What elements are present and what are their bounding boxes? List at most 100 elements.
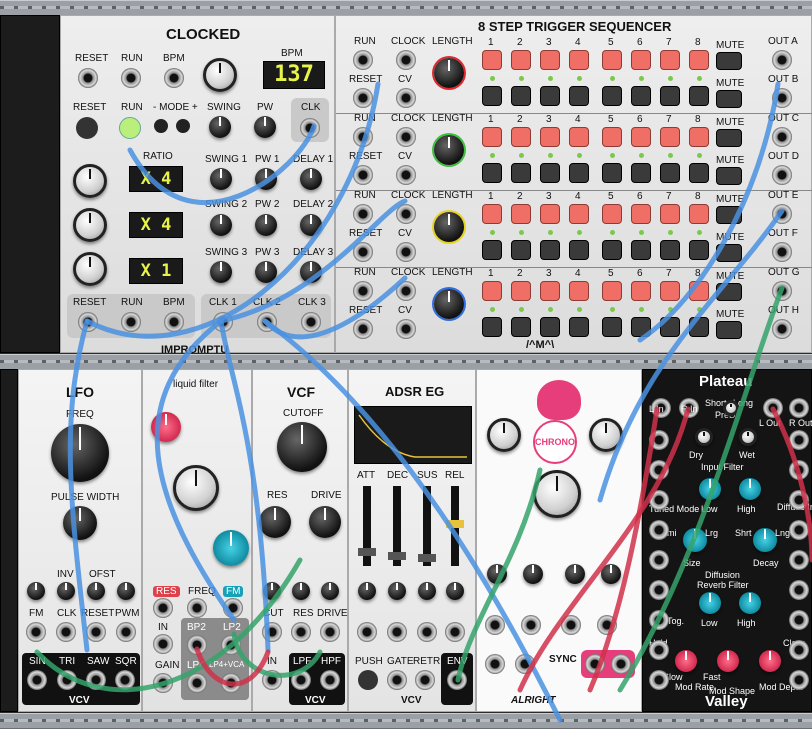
plateau-mod-rate-knob[interactable] <box>675 650 697 672</box>
seq-length-knob[interactable] <box>434 58 464 88</box>
vcf-res-jack[interactable] <box>291 622 311 642</box>
step-mute-button[interactable] <box>540 163 560 183</box>
chrono-in-l-jack[interactable] <box>485 654 505 674</box>
plateau-cv-jack[interactable] <box>789 430 809 450</box>
plateau-cv-jack[interactable] <box>649 460 669 480</box>
seq-out-jack[interactable] <box>772 88 792 108</box>
dec-cv-jack[interactable] <box>387 622 407 642</box>
liquid-lp2-jack[interactable] <box>221 635 241 655</box>
plateau-cv-jack[interactable] <box>789 460 809 480</box>
liquid-freq-jack[interactable] <box>187 598 207 618</box>
retr-jack[interactable] <box>415 670 435 690</box>
plateau-cv-jack[interactable] <box>649 670 669 690</box>
swing3-knob[interactable] <box>210 261 232 283</box>
seq-reset-jack[interactable] <box>353 165 373 185</box>
seq-run-jack[interactable] <box>353 127 373 147</box>
step-mute-button[interactable] <box>569 86 589 106</box>
lfo-pwm-jack[interactable] <box>116 622 136 642</box>
att-slider[interactable] <box>358 486 376 566</box>
step-mute-button[interactable] <box>511 240 531 260</box>
swing2-knob[interactable] <box>210 214 232 236</box>
step-trigger-button[interactable] <box>689 204 709 224</box>
seq-clock-jack[interactable] <box>396 204 416 224</box>
seq-cv-jack[interactable] <box>396 242 416 262</box>
ratio-knob-2[interactable] <box>73 208 107 242</box>
plateau-cv-jack[interactable] <box>649 640 669 660</box>
mode-button-plus[interactable] <box>176 119 190 133</box>
pw2-knob[interactable] <box>255 214 277 236</box>
bpm-input-jack[interactable] <box>164 68 184 88</box>
seq-run-jack[interactable] <box>353 281 373 301</box>
step-trigger-button[interactable] <box>540 281 560 301</box>
plateau-cv-jack[interactable] <box>649 580 669 600</box>
pw-knob[interactable] <box>254 116 276 138</box>
step-trigger-button[interactable] <box>569 127 589 147</box>
step-trigger-button[interactable] <box>689 127 709 147</box>
step-trigger-button[interactable] <box>482 281 502 301</box>
liquid-res-knob[interactable] <box>151 412 181 442</box>
step-mute-button[interactable] <box>569 317 589 337</box>
dec-slider[interactable] <box>388 486 406 566</box>
step-mute-button[interactable] <box>569 240 589 260</box>
pw3-knob[interactable] <box>255 261 277 283</box>
plateau-cv-jack[interactable] <box>649 610 669 630</box>
plateau-cv-jack[interactable] <box>789 670 809 690</box>
step-trigger-button[interactable] <box>511 127 531 147</box>
seq-clock-jack[interactable] <box>396 50 416 70</box>
plateau-dry-knob[interactable] <box>695 428 713 446</box>
step-trigger-button[interactable] <box>540 50 560 70</box>
plateau-input-high-knob[interactable] <box>739 478 761 500</box>
lfo-reset-knob[interactable] <box>87 582 105 600</box>
chrono-time-right-knob[interactable] <box>589 418 623 452</box>
liquid-fm-knob[interactable] <box>213 530 249 566</box>
step-mute-button[interactable] <box>482 317 502 337</box>
sus-slider[interactable] <box>418 486 436 566</box>
lfo-saw-jack[interactable] <box>86 670 106 690</box>
step-trigger-button[interactable] <box>602 50 622 70</box>
step-trigger-button[interactable] <box>660 127 680 147</box>
seq-length-knob[interactable] <box>434 135 464 165</box>
plateau-cv-jack[interactable] <box>789 610 809 630</box>
step-mute-button[interactable] <box>660 240 680 260</box>
step-mute-button[interactable] <box>511 86 531 106</box>
chrono-feedback-mid-knob[interactable] <box>523 564 543 584</box>
step-trigger-button[interactable] <box>631 281 651 301</box>
plateau-cv-jack[interactable] <box>789 640 809 660</box>
step-trigger-button[interactable] <box>482 127 502 147</box>
mute-button[interactable] <box>716 129 742 147</box>
chrono-time-left-knob[interactable] <box>487 418 521 452</box>
step-trigger-button[interactable] <box>482 204 502 224</box>
seq-out-jack[interactable] <box>772 204 792 224</box>
plateau-cv-jack[interactable] <box>649 430 669 450</box>
step-trigger-button[interactable] <box>660 281 680 301</box>
vcf-drive-cv-knob[interactable] <box>321 582 339 600</box>
step-mute-button[interactable] <box>660 163 680 183</box>
chrono-in-r-jack[interactable] <box>515 654 535 674</box>
ratio-knob-3[interactable] <box>73 252 107 286</box>
env-out-jack[interactable] <box>447 670 467 690</box>
swing1-knob[interactable] <box>210 168 232 190</box>
lfo-clk-jack[interactable] <box>56 622 76 642</box>
step-mute-button[interactable] <box>482 163 502 183</box>
clk3-out-jack[interactable] <box>301 312 321 332</box>
vcf-in-jack[interactable] <box>262 670 282 690</box>
liquid-gain-jack[interactable] <box>153 673 173 693</box>
liquid-freq-knob[interactable] <box>173 465 219 511</box>
step-mute-button[interactable] <box>689 240 709 260</box>
liquid-in-jack[interactable] <box>153 634 173 654</box>
lfo-tri-jack[interactable] <box>57 670 77 690</box>
gate-jack[interactable] <box>387 670 407 690</box>
mute-button[interactable] <box>716 52 742 70</box>
vcf-hpf-jack[interactable] <box>320 670 340 690</box>
seq-run-jack[interactable] <box>353 50 373 70</box>
chrono-cv-jack-1[interactable] <box>485 615 505 635</box>
plateau-cv-jack[interactable] <box>649 520 669 540</box>
plateau-input-low-knob[interactable] <box>699 478 721 500</box>
step-trigger-button[interactable] <box>631 127 651 147</box>
plateau-cv-jack[interactable] <box>649 490 669 510</box>
step-mute-button[interactable] <box>660 317 680 337</box>
vcf-res-knob[interactable] <box>259 506 291 538</box>
clk1-out-jack[interactable] <box>213 312 233 332</box>
vcf-drive-knob[interactable] <box>309 506 341 538</box>
plateau-cv-jack[interactable] <box>789 550 809 570</box>
